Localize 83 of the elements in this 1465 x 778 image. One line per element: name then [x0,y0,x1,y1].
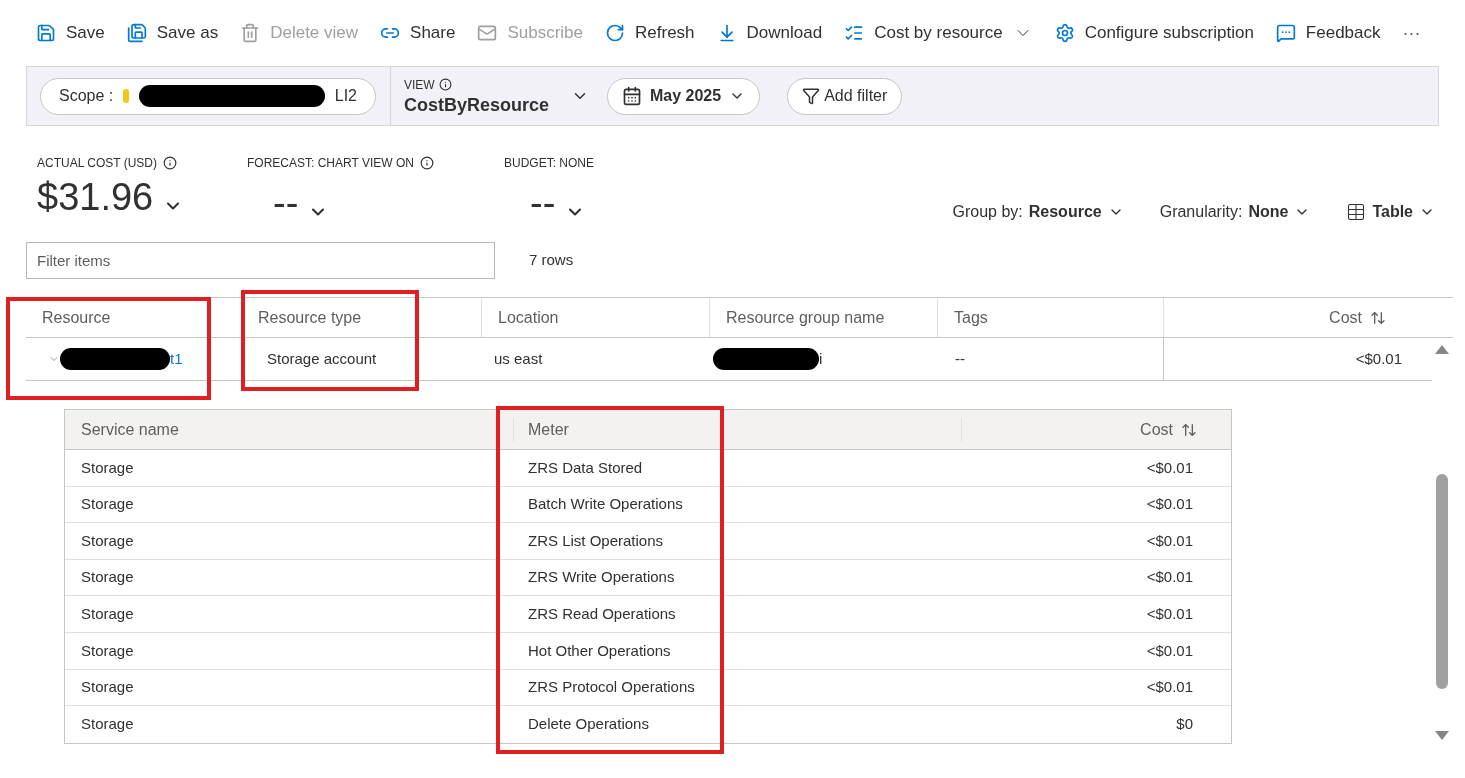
table-cell-text: Storage [80,640,135,661]
summary-label: ACTUAL COST (USD) [37,155,157,172]
save-icon [36,23,56,43]
option-dropdown[interactable]: Table [1346,200,1435,224]
table-cell-text: Storage [80,603,135,624]
table-cell-text: <$0.01 [1145,640,1194,661]
date-picker[interactable]: May 2025 [607,77,761,115]
table-cell-text: Storage [80,457,135,478]
column-header[interactable]: Tags [954,305,988,330]
column-header[interactable]: Service name [65,417,513,442]
table-cell-text: ZRS List Operations [527,530,665,551]
toolbar-button[interactable]: Save [36,20,105,46]
column-header[interactable]: Cost [1329,305,1362,330]
summary-value[interactable]: $31.96 [37,178,247,216]
settings-icon [1054,23,1075,43]
info-icon [419,156,434,170]
add-filter-button[interactable]: Add filter [787,77,903,115]
table-cell-text: <$0.01 [1145,567,1194,588]
table-cell-text: Hot Other Operations [527,640,672,661]
sort-icon [1370,309,1386,326]
info-icon [163,156,177,170]
table-cell-text: ZRS Read Operations [527,603,677,624]
mail-icon [477,23,498,43]
scope-value: LI2 [334,86,357,106]
table-icon [1346,202,1367,222]
column-header[interactable]: Cost [1140,417,1173,442]
column-header[interactable]: Resource [42,305,111,330]
column-header[interactable]: Meter [528,420,569,438]
list-icon [844,23,865,43]
table-cell-text: <$0.01 [1145,530,1194,551]
column-header[interactable]: Location [498,305,559,330]
trash-icon [240,23,261,43]
table-cell-text: ZRS Write Operations [527,567,676,588]
calendar-icon [622,86,642,106]
view-selector[interactable]: VIEW CostByResource [404,75,589,117]
toolbar-button[interactable]: Download [716,20,823,46]
summary-value[interactable]: -- [530,184,704,222]
table-cell-text: Batch Write Operations [527,494,684,515]
sort-icon [1181,421,1197,438]
add-filter-icon [802,87,821,105]
feedback-icon [1275,23,1296,43]
scope-pill[interactable]: Scope : LI2 [40,77,376,115]
summary-label: FORECAST: CHART VIEW ON [247,155,414,172]
row-count: 7 rows [529,250,574,271]
column-header[interactable]: Resource type [258,305,362,330]
table-cell-text: Storage account [266,348,378,369]
toolbar-button[interactable]: Save as [126,20,219,46]
table-cell-text: ZRS Data Stored [527,457,644,478]
column-header[interactable]: Resource group name [726,305,885,330]
more-button[interactable]: ··· [1402,19,1421,47]
scope-label: Scope : [59,86,114,106]
resource-link[interactable]: t1 [170,347,183,371]
view-label: VIEW [404,76,435,94]
option-dropdown[interactable]: Group by: Resource [952,200,1124,224]
summary-value[interactable]: -- [273,184,504,222]
toolbar-button[interactable]: Configure subscription [1054,20,1254,46]
table-cell-text: <$0.01 [1145,494,1194,515]
table-cell-text: -- [954,348,966,369]
toolbar-button[interactable]: Share [380,20,456,46]
table-cell-text: Storage [80,677,135,698]
table-cell-text: Storage [80,494,135,515]
table-cell-text: i [819,348,823,369]
table-cell-text: <$0.01 [1145,603,1194,624]
table-cell-text: Storage [80,714,135,735]
table-cell-text: us east [493,348,544,369]
option-dropdown[interactable]: Granularity: None [1159,200,1311,224]
info-icon [438,78,452,92]
toolbar-button[interactable]: Cost by resource [844,20,1033,46]
table-cell-text: <$0.01 [1145,457,1194,478]
toolbar-button[interactable]: Refresh [605,20,695,46]
table-cell-text: <$0.01 [1145,677,1194,698]
table-cell-text: Storage [80,530,135,551]
table-cell-text: Delete Operations [527,714,650,735]
summary-label: BUDGET: NONE [504,155,594,172]
save-as-icon [126,23,147,43]
table-cell-text: Storage [80,567,135,588]
table-cell-text: ZRS Protocol Operations [527,677,696,698]
table-cell-text: $0 [1175,714,1194,735]
toolbar-button[interactable]: Feedback [1275,20,1381,46]
view-name: CostByResource [404,93,550,117]
table-cell: <$0.01 [1163,338,1432,380]
refresh-icon [605,23,626,43]
filter-field[interactable]: Filter items [26,242,495,279]
